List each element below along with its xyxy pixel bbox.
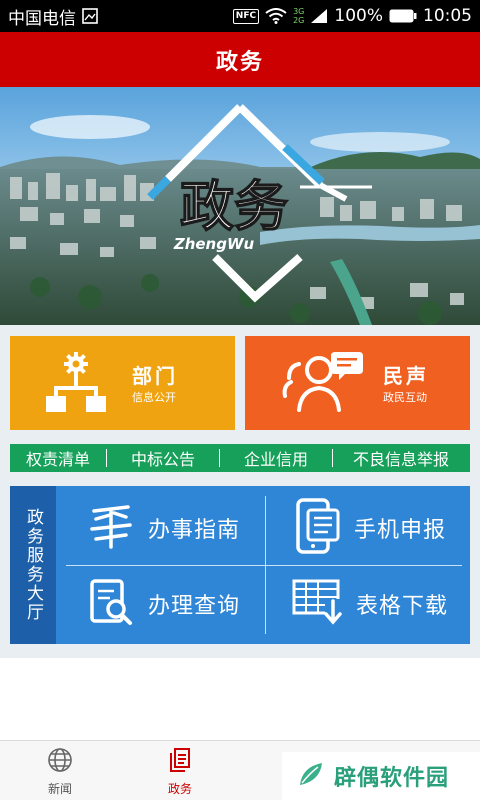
service-hall-panel: 政务服务大厅 办事指南 手机申报 办理查询 表格下载 xyxy=(10,486,470,644)
quick-links-bar: 权责清单 中标公告 企业信用 不良信息举报 xyxy=(10,444,470,472)
public-voice-subtitle: 政民互动 xyxy=(383,391,427,404)
link-enterprise-credit[interactable]: 企业信用 xyxy=(220,446,332,470)
wifi-icon xyxy=(265,8,287,24)
nav-news[interactable]: 新闻 xyxy=(30,747,90,797)
app-screen: 中国电信 NFC 3G 2G 100% 10:05 政务 政务 ZhengWu … xyxy=(0,0,480,800)
department-card[interactable]: 部门 信息公开 xyxy=(10,336,235,430)
search-document-icon xyxy=(86,577,136,631)
banner-subtitle: ZhengWu xyxy=(173,235,255,253)
nfc-icon: NFC xyxy=(232,8,260,24)
guide-icon xyxy=(86,501,136,555)
department-subtitle: 信息公开 xyxy=(132,391,176,404)
nav-news-label: 新闻 xyxy=(47,782,72,796)
battery-icon xyxy=(389,9,417,23)
link-responsibility-list[interactable]: 权责清单 xyxy=(10,446,106,470)
divider xyxy=(66,565,462,566)
progress-query-button[interactable]: 办理查询 xyxy=(86,572,240,636)
table-download-icon xyxy=(292,577,344,631)
link-bid-announcement[interactable]: 中标公告 xyxy=(107,446,219,470)
battery-percent: 100% xyxy=(334,6,383,26)
watermark-text: 辟偶软件园 xyxy=(334,766,450,791)
mobile-form-icon xyxy=(292,498,342,558)
banner-image[interactable]: 政务 ZhengWu xyxy=(0,87,480,325)
nav-government-label: 政务 xyxy=(167,782,192,796)
org-chart-gear-icon xyxy=(44,350,108,420)
mobile-apply-button[interactable]: 手机申报 xyxy=(292,496,446,560)
service-guide-label: 办事指南 xyxy=(148,518,241,543)
people-chat-icon xyxy=(279,350,365,420)
site-watermark: 辟偶软件园 xyxy=(282,752,480,800)
progress-query-label: 办理查询 xyxy=(148,594,241,619)
public-voice-card[interactable]: 民声 政民互动 xyxy=(245,336,470,430)
signal-icon xyxy=(310,8,328,24)
page-title: 政务 xyxy=(215,49,264,75)
network-type-icon: 3G 2G xyxy=(293,7,305,25)
document-stack-icon xyxy=(167,747,193,776)
nav-government[interactable]: 政务 xyxy=(150,747,210,797)
form-download-button[interactable]: 表格下载 xyxy=(292,572,448,636)
department-title: 部门 xyxy=(132,364,178,388)
mobile-apply-label: 手机申报 xyxy=(354,518,447,543)
link-report-bad-info[interactable]: 不良信息举报 xyxy=(333,446,469,470)
title-bar: 政务 xyxy=(0,32,480,87)
leaf-logo-icon xyxy=(296,759,326,793)
banner-title: 政务 xyxy=(180,175,288,238)
form-download-label: 表格下载 xyxy=(356,594,449,619)
carrier-label: 中国电信 xyxy=(8,8,76,29)
notification-image-icon xyxy=(82,8,98,24)
public-voice-title: 民声 xyxy=(383,364,429,388)
clock: 10:05 xyxy=(423,6,472,26)
globe-icon xyxy=(47,747,73,776)
service-hall-label: 政务服务大厅 xyxy=(10,486,56,644)
service-guide-button[interactable]: 办事指南 xyxy=(86,496,240,560)
status-bar: 中国电信 NFC 3G 2G 100% 10:05 xyxy=(0,0,480,32)
